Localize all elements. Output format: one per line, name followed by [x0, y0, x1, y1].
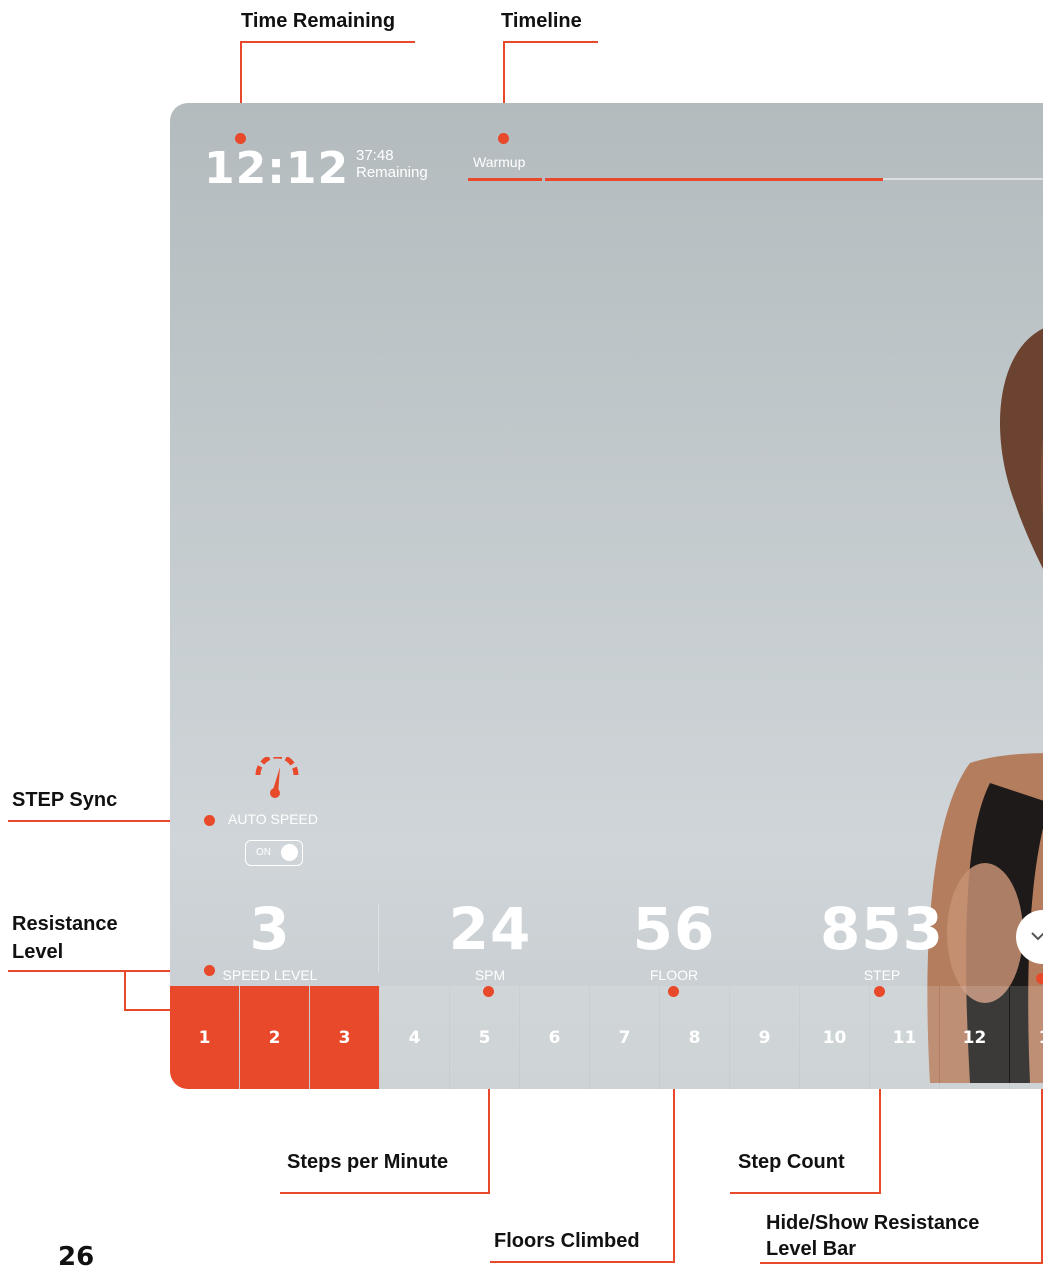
leader-floor-h: [490, 1261, 675, 1263]
workout-screen: 12:12 37:48 Remaining Warmup AUTO SPEED …: [170, 103, 1043, 1089]
callout-resistance-level-line2: Level: [12, 941, 64, 963]
resistance-level-6[interactable]: 6: [520, 986, 589, 1089]
resistance-level-4[interactable]: 4: [380, 986, 449, 1089]
callout-dot-timeline: [498, 133, 509, 144]
callout-dot-spm: [483, 986, 494, 997]
callout-dot-runner: [317, 1004, 328, 1015]
timeline-segment-label: Warmup: [473, 154, 526, 170]
resistance-level-10[interactable]: 10: [800, 986, 869, 1089]
step-label: STEP: [863, 967, 901, 983]
speed-level-label: SPEED LEVEL: [222, 967, 318, 983]
metric-spm: 24 SPM: [410, 899, 570, 983]
speedometer-icon: [255, 757, 299, 798]
callout-hide-show-line2: Level Bar: [766, 1238, 857, 1260]
resistance-level-3[interactable]: 3: [310, 986, 379, 1089]
floor-label: FLOOR: [649, 967, 699, 983]
resistance-level-bar: 1234567891011121: [170, 986, 1043, 1089]
callout-step-count: Step Count: [738, 1151, 845, 1173]
metric-floor: 56 FLOOR: [594, 899, 754, 983]
time-remaining-value: 37:48: [356, 147, 394, 164]
workout-clock: 12:12: [204, 143, 350, 194]
timeline-remaining: [883, 178, 1043, 180]
speed-level-value: 3: [249, 895, 291, 963]
resistance-level-11[interactable]: 11: [870, 986, 939, 1089]
metric-speed-level: 3 SPEED LEVEL: [200, 899, 340, 983]
timeline-segment-warmup: [468, 178, 542, 181]
callout-time-remaining: Time Remaining: [241, 10, 396, 32]
chevron-down-icon: [1031, 932, 1043, 941]
resistance-level-12[interactable]: 12: [940, 986, 1009, 1089]
auto-speed-toggle[interactable]: ON: [245, 840, 303, 866]
callout-dot-step: [874, 986, 885, 997]
callout-steps-per-minute: Steps per Minute: [287, 1151, 449, 1173]
auto-speed-toggle-state: ON: [256, 847, 271, 858]
floor-value: 56: [632, 895, 716, 963]
auto-speed-label: AUTO SPEED: [228, 811, 318, 827]
leader-resistance-v: [124, 970, 126, 1010]
timeline-progress: [545, 178, 883, 181]
toggle-knob: [281, 844, 298, 861]
callout-dot-hide-show: [1036, 973, 1043, 984]
metric-divider: [378, 903, 379, 973]
spm-label: SPM: [474, 967, 506, 983]
resistance-level-2[interactable]: 2: [240, 986, 309, 1089]
resistance-level-9[interactable]: 9: [730, 986, 799, 1089]
leader-spm-h: [280, 1192, 490, 1194]
time-remaining-label: Remaining: [356, 164, 428, 181]
resistance-level-7[interactable]: 7: [590, 986, 659, 1089]
callout-timeline: Timeline: [501, 10, 582, 32]
leader-time-remaining-h: [240, 41, 415, 43]
resistance-level-13[interactable]: 1: [1010, 986, 1043, 1089]
leader-timeline-h: [503, 41, 598, 43]
time-remaining: 37:48 Remaining: [356, 147, 428, 181]
metric-step: 853 STEP: [782, 899, 982, 983]
resistance-level-1[interactable]: 1: [170, 986, 239, 1089]
callout-step-sync: STEP Sync: [12, 789, 118, 811]
spm-value: 24: [448, 895, 532, 963]
resistance-level-8[interactable]: 8: [660, 986, 729, 1089]
step-value: 853: [819, 895, 945, 963]
callout-floors-climbed: Floors Climbed: [494, 1230, 640, 1252]
leader-step-h: [730, 1192, 881, 1194]
callout-dot-step-sync: [204, 815, 215, 826]
callout-dot-floor: [668, 986, 679, 997]
callout-resistance-level-line1: Resistance: [12, 913, 118, 935]
page-number: 26: [58, 1242, 95, 1272]
callout-hide-show-line1: Hide/Show Resistance: [766, 1212, 980, 1234]
leader-hide-show-h: [760, 1262, 1043, 1264]
callout-dot-resistance: [204, 965, 215, 976]
resistance-level-5[interactable]: 5: [450, 986, 519, 1089]
callout-dot-time: [235, 133, 246, 144]
